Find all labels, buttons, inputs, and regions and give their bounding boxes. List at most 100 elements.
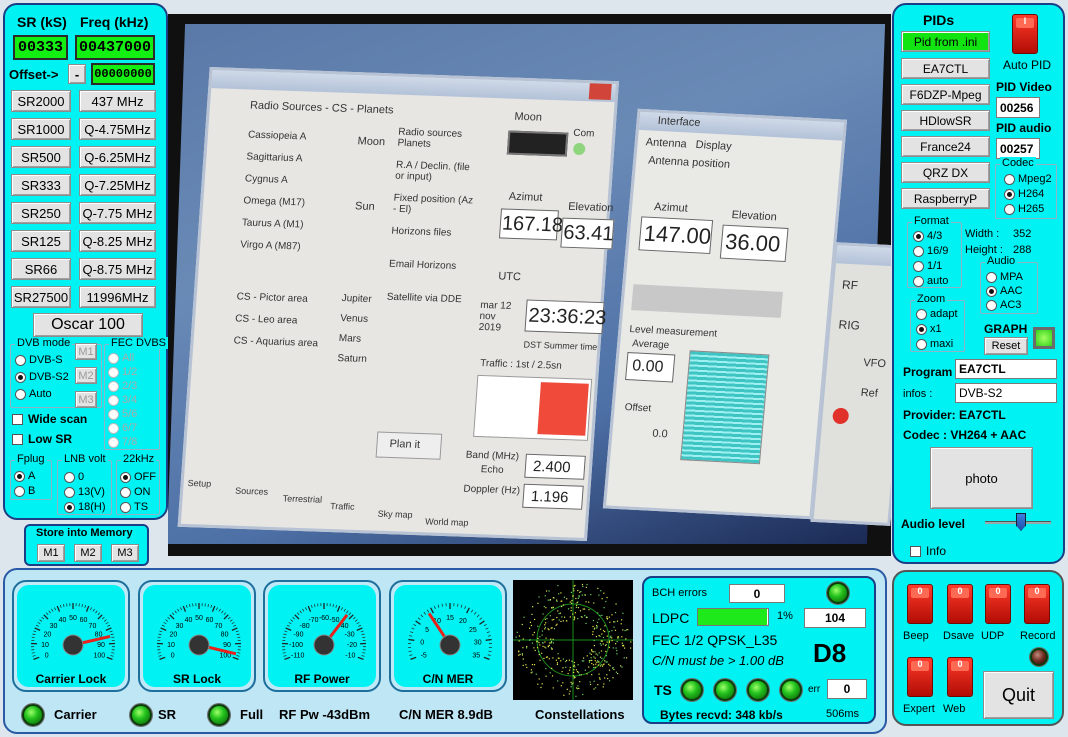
video-moon-option: Moon bbox=[357, 135, 386, 149]
22khz-radio-on[interactable]: ON bbox=[120, 486, 151, 498]
store-m1-button[interactable]: M1 bbox=[37, 544, 65, 562]
oscar-100-button[interactable]: Oscar 100 bbox=[33, 313, 143, 337]
graph-indicator[interactable] bbox=[1033, 327, 1055, 349]
photo-button[interactable]: photo bbox=[930, 447, 1033, 509]
pid-preset-button-1[interactable]: F6DZP-Mpeg bbox=[901, 84, 990, 105]
auto-pid-toggle[interactable]: I bbox=[1012, 14, 1038, 54]
freq-preset-button-4[interactable]: Q-7.75 MHz bbox=[79, 202, 156, 224]
radio-label: DVB-S2 bbox=[29, 371, 69, 383]
fec-radio-3[interactable]: 3/4 bbox=[108, 394, 137, 406]
program-field[interactable]: EA7CTL bbox=[955, 359, 1057, 379]
lnb-radio-1[interactable]: 13(V) bbox=[64, 486, 105, 498]
video-cs-item-2: CS - Aquarius area bbox=[233, 335, 319, 350]
pid-from-ini-button[interactable]: Pid from .ini bbox=[901, 31, 990, 52]
pid-preset-button-4[interactable]: QRZ DX bbox=[901, 162, 990, 183]
freq-preset-button-7[interactable]: 11996MHz bbox=[79, 286, 156, 308]
audio-radio-aac[interactable]: AAC bbox=[986, 285, 1023, 297]
sr-preset-button-sr66[interactable]: SR66 bbox=[11, 258, 71, 280]
fplug-radio-b[interactable]: B bbox=[14, 485, 35, 497]
toggle-udp[interactable]: 0 bbox=[985, 584, 1011, 624]
pid-preset-button-2[interactable]: HDlowSR bbox=[901, 110, 990, 131]
toggle-web[interactable]: 0 bbox=[947, 657, 973, 697]
freq-preset-button-3[interactable]: Q-7.25MHz bbox=[79, 174, 156, 196]
pid-audio-field[interactable]: 00257 bbox=[996, 138, 1040, 159]
gauge-tick-label: 90 bbox=[223, 642, 231, 649]
fplug-radio-a[interactable]: A bbox=[14, 470, 35, 482]
offset-value-field[interactable]: 00000000 bbox=[91, 63, 155, 85]
zoom-radio-maxi[interactable]: maxi bbox=[916, 338, 953, 350]
freq-preset-button-0[interactable]: 437 MHz bbox=[79, 90, 156, 112]
fec-radio-4[interactable]: 5/6 bbox=[108, 408, 137, 420]
gauge-tick-label: -10 bbox=[345, 653, 355, 660]
pid-video-field[interactable]: 00256 bbox=[996, 97, 1040, 118]
wide-scan-checkbox[interactable]: Wide scan bbox=[12, 412, 87, 426]
22khz-radio-ts[interactable]: TS bbox=[120, 501, 148, 513]
lnb-radio-2[interactable]: 18(H) bbox=[64, 501, 106, 513]
sr-preset-button-sr2000[interactable]: SR2000 bbox=[11, 90, 71, 112]
mem-m3-button[interactable]: M3 bbox=[75, 391, 97, 408]
toggle-beep[interactable]: 0 bbox=[907, 584, 933, 624]
offset-label: Offset-> bbox=[9, 67, 59, 82]
dvb-mode-radio-auto[interactable]: Auto bbox=[15, 388, 52, 400]
format-radio-2[interactable]: 1/1 bbox=[913, 260, 942, 272]
toggle-expert[interactable]: 0 bbox=[907, 657, 933, 697]
mem-m2-button[interactable]: M2 bbox=[75, 367, 97, 384]
gauge-label: C/N MER bbox=[422, 672, 474, 686]
codec-radio-h264[interactable]: H264 bbox=[1004, 188, 1044, 200]
sr-preset-button-sr500[interactable]: SR500 bbox=[11, 146, 71, 168]
sr-preset-button-sr27500[interactable]: SR27500 bbox=[11, 286, 71, 308]
quit-button[interactable]: Quit bbox=[983, 671, 1054, 719]
pid-preset-button-0[interactable]: EA7CTL bbox=[901, 58, 990, 79]
format-radio-1[interactable]: 16/9 bbox=[913, 245, 948, 257]
audio-radio-mpa[interactable]: MPA bbox=[986, 271, 1023, 283]
infos-field[interactable]: DVB-S2 bbox=[955, 383, 1057, 403]
fec-radio-0[interactable]: All bbox=[108, 352, 134, 364]
fec-radio-1[interactable]: 1/2 bbox=[108, 366, 137, 378]
gauge-tick-label: 80 bbox=[221, 632, 229, 639]
audio-radio-ac3[interactable]: AC3 bbox=[986, 299, 1021, 311]
dvb-mode-radio-dvb-s2[interactable]: DVB-S2 bbox=[15, 371, 69, 383]
pid-preset-button-3[interactable]: France24 bbox=[901, 136, 990, 157]
video-utc-label: UTC bbox=[497, 270, 522, 284]
fec-radio-2[interactable]: 2/3 bbox=[108, 380, 137, 392]
lnb-radio-0[interactable]: 0 bbox=[64, 471, 84, 483]
codec-radio-h265[interactable]: H265 bbox=[1004, 203, 1044, 215]
video-band: Band (MHz) bbox=[465, 449, 520, 463]
ldpc-bar bbox=[697, 608, 769, 626]
store-m2-button[interactable]: M2 bbox=[74, 544, 102, 562]
freq-value-field[interactable]: 00437000 bbox=[75, 35, 155, 60]
radio-circle-icon bbox=[986, 299, 997, 311]
store-m3-button[interactable]: M3 bbox=[111, 544, 139, 562]
freq-preset-button-6[interactable]: Q-8.75 MHz bbox=[79, 258, 156, 280]
22khz-radio-off[interactable]: OFF bbox=[120, 471, 156, 483]
fec-radio-5[interactable]: 6/7 bbox=[108, 422, 137, 434]
freq-preset-button-5[interactable]: Q-8.25 MHz bbox=[79, 230, 156, 252]
info-checkbox[interactable]: Info bbox=[910, 544, 946, 558]
codec-radio-mpeg2[interactable]: Mpeg2 bbox=[1004, 173, 1052, 185]
sr-preset-button-sr1000[interactable]: SR1000 bbox=[11, 118, 71, 140]
toggle-dsave[interactable]: 0 bbox=[947, 584, 973, 624]
video-source-5: Virgo A (M87) bbox=[239, 239, 302, 253]
video-band-value: 2.400 bbox=[532, 458, 572, 477]
format-radio-0[interactable]: 4/3 bbox=[913, 230, 942, 242]
sr-value-field[interactable]: 00333 bbox=[13, 35, 68, 60]
zoom-title: Zoom bbox=[915, 293, 948, 305]
dvb-mode-radio-dvb-s[interactable]: DVB-S bbox=[15, 354, 63, 366]
sr-preset-button-sr333[interactable]: SR333 bbox=[11, 174, 71, 196]
zoom-radio-x1[interactable]: x1 bbox=[916, 323, 942, 335]
gauge-tick-label: -110 bbox=[291, 653, 305, 660]
pid-preset-button-5[interactable]: RaspberryP bbox=[901, 188, 990, 209]
freq-preset-button-2[interactable]: Q-6.25MHz bbox=[79, 146, 156, 168]
mem-m1-button[interactable]: M1 bbox=[75, 343, 97, 360]
toggle-record[interactable]: 0 bbox=[1024, 584, 1050, 624]
sr-preset-button-sr250[interactable]: SR250 bbox=[11, 202, 71, 224]
video-date: mar 12 nov 2019 bbox=[478, 299, 512, 334]
freq-preset-button-1[interactable]: Q-4.75MHz bbox=[79, 118, 156, 140]
low-sr-checkbox[interactable]: Low SR bbox=[12, 432, 72, 446]
sr-preset-button-sr125[interactable]: SR125 bbox=[11, 230, 71, 252]
fec-radio-6[interactable]: 7/8 bbox=[108, 436, 137, 448]
offset-sign-button[interactable]: - bbox=[68, 64, 86, 84]
reset-button[interactable]: Reset bbox=[984, 337, 1028, 355]
format-radio-3[interactable]: auto bbox=[913, 275, 948, 287]
zoom-radio-adapt[interactable]: adapt bbox=[916, 308, 958, 320]
